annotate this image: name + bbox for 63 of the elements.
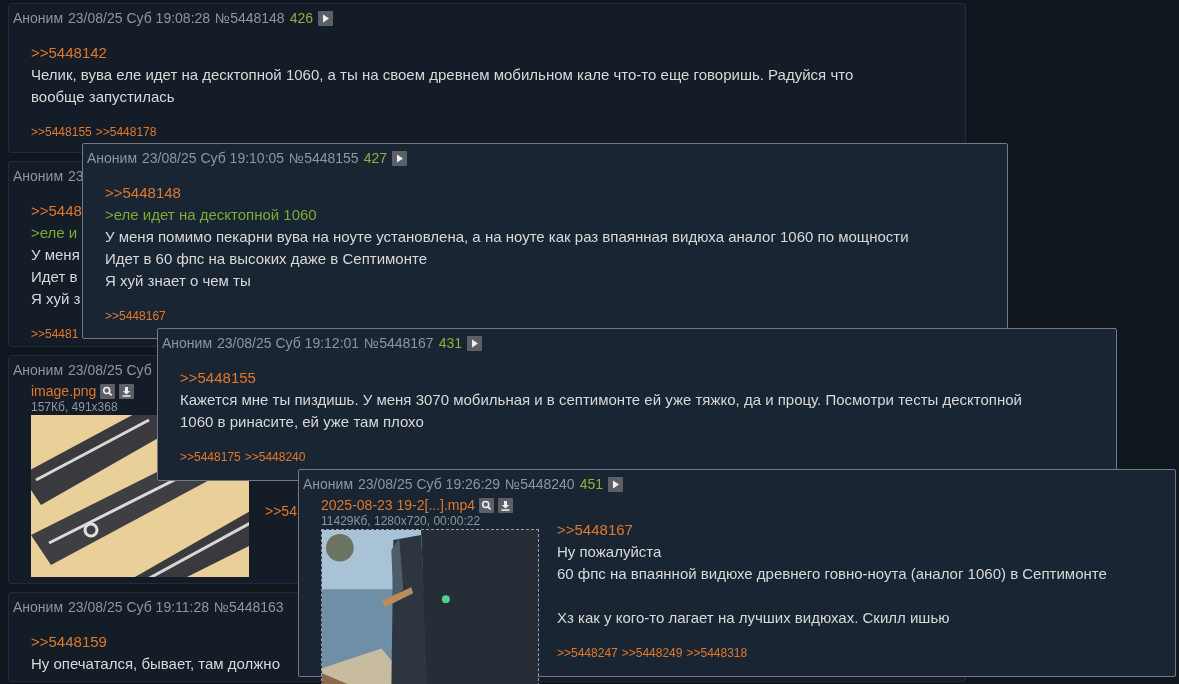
poster-name: Аноним: [87, 150, 138, 166]
post-text: Я хуй з: [31, 289, 81, 309]
post-number[interactable]: №5448167: [364, 335, 434, 351]
backlink[interactable]: >>5448318: [686, 642, 748, 664]
reply-link[interactable]: >>5448148: [105, 182, 181, 204]
poster-name: Аноним: [13, 599, 64, 615]
post-date: 23/08/25 Суб 19:08:28: [68, 10, 211, 26]
post-text: У меня: [31, 245, 80, 265]
poster-name: Аноним: [13, 362, 64, 378]
backlink[interactable]: >>5448167: [105, 305, 166, 327]
backlink[interactable]: >>5448249: [621, 642, 683, 664]
post-date: 23/08/25 Суб 19:12:01: [217, 335, 360, 351]
post-text: Ну опечатался, бывает, там должно: [31, 654, 280, 674]
search-icon[interactable]: [479, 497, 495, 513]
post-count: 451: [579, 476, 603, 492]
download-icon[interactable]: [498, 497, 514, 513]
post-text: Идет в: [31, 267, 78, 287]
backlink[interactable]: >>5448240: [244, 446, 306, 468]
reply-link[interactable]: >>5448167: [557, 519, 633, 541]
post-date: 23/08/25 Суб 19:26:29: [358, 476, 501, 492]
reply-link[interactable]: >>5448159: [31, 631, 107, 653]
post-text: Челик, вува еле идет на десктопной 1060, а ты на своем древнем мобильном кале что-то еще говоришь. Радуйся что вообще запустилась: [31, 65, 855, 107]
play-icon[interactable]: [318, 10, 333, 26]
post-date: 23/08/25 Суб 19:10:05: [142, 150, 285, 166]
reply-link[interactable]: >>5448155: [180, 367, 256, 389]
file-info: 11429Кб, 1280x720, 00:00:22: [321, 514, 482, 528]
poster-name: Аноним: [303, 476, 354, 492]
post-text: У меня помимо пекарни вува на ноуте установлена, а на ноуте как раз впаянная видюха аналог 1060 по мощности: [105, 227, 909, 247]
backlink[interactable]: >>5448247: [557, 642, 618, 664]
post-date: 23/08/25 Суб 19:11:28: [68, 599, 210, 615]
file-link[interactable]: 2025-08-23 19-2[...].mp4: [321, 497, 476, 513]
reply-link[interactable]: >>5448: [31, 200, 82, 222]
poster-name: Аноним: [13, 10, 64, 26]
quote-text: >еле идет на десктопной 1060: [105, 205, 317, 225]
play-icon[interactable]: [467, 335, 482, 351]
post-text: Кажется мне ты пиздишь. У меня 3070 мобильная и в септимонте ей уже тяжко, да и процу. Посмотри тесты десктопной 1060 в ринасите, ей уже там плохо: [180, 390, 1023, 432]
backlink[interactable]: >>5448175: [180, 446, 241, 468]
post-text: Я хуй знает о чем ты: [105, 271, 251, 291]
post-number[interactable]: №5448163: [214, 599, 284, 615]
backlink[interactable]: >>5448178: [95, 121, 157, 143]
search-icon[interactable]: [100, 383, 116, 399]
post-text: Идет в 60 фпс на высоких даже в Септимонте: [105, 249, 427, 269]
post-count: 427: [363, 150, 387, 166]
post-text: Хз как у кого-то лагает на лучших видюхах. Скилл ишью: [557, 608, 950, 628]
post-count: 426: [289, 10, 313, 26]
play-icon[interactable]: [392, 150, 407, 166]
backlink[interactable]: >>54481: [31, 323, 79, 345]
post-count: 431: [438, 335, 462, 351]
play-icon[interactable]: [608, 476, 623, 492]
file-link[interactable]: image.png: [31, 383, 97, 399]
poster-name: Аноним: [162, 335, 213, 351]
reply-link[interactable]: >>54: [265, 500, 297, 522]
poster-name: Аноним: [13, 168, 64, 184]
post-number[interactable]: №5448148: [215, 10, 285, 26]
reply-link[interactable]: >>5448142: [31, 42, 107, 64]
quote-text: >еле и: [31, 223, 78, 243]
backlink[interactable]: >>5448155: [31, 121, 92, 143]
post-text: Ну пожалуйста: [557, 542, 662, 562]
download-icon[interactable]: [119, 383, 135, 399]
post-number[interactable]: №5448240: [505, 476, 575, 492]
post-date: 23/08/25 Суб: [68, 362, 152, 378]
post-text: 60 фпс на впаянной видюхе древнего говно-ноута (аналог 1060) в Септимонте: [557, 564, 1107, 584]
post-number[interactable]: №5448155: [289, 150, 359, 166]
